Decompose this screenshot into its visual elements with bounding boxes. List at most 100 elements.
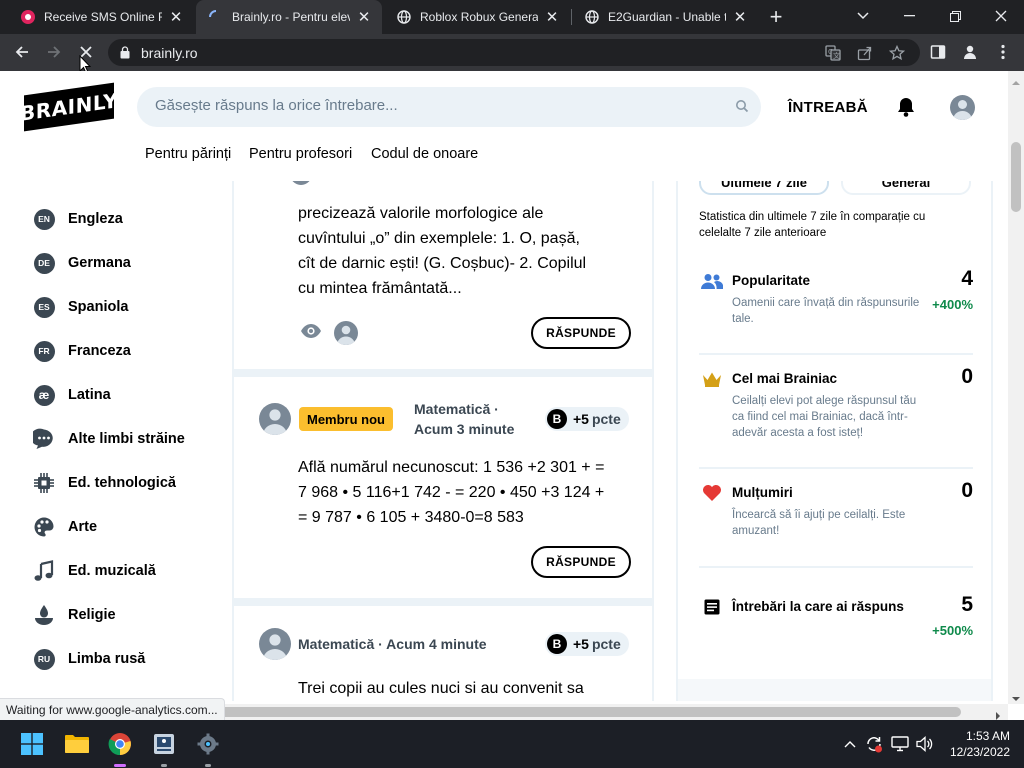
scroll-right-arrow-icon[interactable] bbox=[994, 708, 1002, 720]
question-meta[interactable]: Matematică · Acum 4 minute bbox=[298, 634, 487, 654]
globe-icon bbox=[584, 9, 600, 25]
sync-icon[interactable] bbox=[864, 734, 884, 754]
subject-item-franceza[interactable]: FR Franceza bbox=[33, 339, 131, 363]
vertical-scroll-thumb[interactable] bbox=[1011, 142, 1021, 212]
ask-question-button[interactable]: ÎNTREABĂ bbox=[788, 99, 868, 116]
back-button[interactable] bbox=[8, 38, 36, 66]
settings-gear-icon[interactable] bbox=[192, 728, 224, 760]
volume-icon[interactable] bbox=[915, 734, 935, 754]
close-icon[interactable]: ✕ bbox=[732, 9, 748, 26]
clock-time: 1:53 AM bbox=[965, 729, 1010, 743]
points-badge: B +5 pcte bbox=[545, 632, 629, 656]
author-avatar[interactable] bbox=[259, 628, 291, 660]
subject-item-spaniola[interactable]: ES Spaniola bbox=[33, 295, 128, 319]
stat-divider bbox=[699, 467, 973, 469]
search-bar[interactable] bbox=[137, 87, 761, 127]
translate-icon[interactable]: G文 bbox=[824, 44, 842, 62]
tab-title: Receive SMS Online Fo bbox=[44, 10, 162, 24]
search-icon[interactable] bbox=[735, 99, 749, 118]
subject-label: Germana bbox=[68, 255, 131, 271]
forward-button[interactable] bbox=[40, 38, 68, 66]
question-divider bbox=[234, 598, 652, 606]
chat-bubble-icon bbox=[33, 428, 55, 450]
answerer-avatar[interactable] bbox=[334, 321, 358, 345]
subject-item-ed-muzicala[interactable]: Ed. muzicală bbox=[33, 559, 156, 583]
subject-item-limba-rusa[interactable]: RU Limba rusă bbox=[33, 647, 145, 671]
subject-item-religie[interactable]: Religie bbox=[33, 603, 116, 627]
app-installer-icon[interactable] bbox=[148, 728, 180, 760]
subject-item-ed-tehnologica[interactable]: Ed. tehnologică bbox=[33, 471, 176, 495]
profile-icon[interactable] bbox=[960, 42, 980, 62]
tab-search-button[interactable] bbox=[840, 0, 886, 32]
subject-item-arte[interactable]: Arte bbox=[33, 515, 97, 539]
minimize-button[interactable] bbox=[886, 0, 932, 32]
tab-roblox[interactable]: Roblox Robux Generat ✕ bbox=[384, 0, 570, 34]
chrome-icon[interactable] bbox=[104, 728, 136, 760]
author-avatar[interactable] bbox=[290, 181, 312, 185]
tab-brainly[interactable]: Brainly.ro - Pentru elevi ✕ bbox=[196, 0, 382, 34]
search-input[interactable] bbox=[155, 97, 715, 114]
question-text[interactable]: Trei copii au cules nuci si au convenit … bbox=[298, 676, 584, 701]
show-hidden-icons-chevron-icon[interactable] bbox=[840, 734, 860, 754]
music-note-icon bbox=[33, 560, 55, 582]
tab-e2guardian[interactable]: E2Guardian - Unable to ✕ bbox=[572, 0, 758, 34]
subject-label: Arte bbox=[68, 519, 98, 535]
heart-icon bbox=[701, 483, 723, 503]
chrome-running-indicator bbox=[114, 764, 126, 767]
lock-icon[interactable] bbox=[120, 46, 130, 64]
close-window-button[interactable] bbox=[978, 0, 1024, 32]
crown-icon bbox=[701, 369, 723, 389]
notifications-bell-icon[interactable] bbox=[896, 96, 916, 123]
question-text[interactable]: precizează valorile morfologice ale cuvî… bbox=[298, 201, 586, 301]
subnav-honor-code-link[interactable]: Codul de onoare bbox=[371, 146, 478, 162]
stats-panel: Ultimele 7 zile General Statistica din u… bbox=[676, 181, 993, 701]
site-header: BRAINLY ÎNTREABĂ Pentru părinți Pentru p… bbox=[0, 71, 1008, 181]
subnav-parents-link[interactable]: Pentru părinți bbox=[145, 146, 231, 162]
stat-value: 0 bbox=[961, 365, 973, 388]
tab-last-7-days[interactable]: Ultimele 7 zile bbox=[699, 181, 829, 195]
user-avatar[interactable] bbox=[950, 95, 975, 120]
clock-date: 12/23/2022 bbox=[949, 745, 1010, 759]
brainly-logo[interactable]: BRAINLY bbox=[20, 82, 118, 132]
side-panel-icon[interactable] bbox=[928, 42, 948, 62]
network-icon[interactable] bbox=[890, 734, 910, 754]
share-icon[interactable] bbox=[856, 44, 874, 62]
question-time: Acum 3 minute bbox=[414, 421, 515, 437]
scroll-up-arrow-icon[interactable] bbox=[1011, 74, 1021, 85]
restore-button[interactable] bbox=[932, 0, 978, 32]
question-subject[interactable]: Matematică · bbox=[414, 399, 514, 419]
new-tab-button[interactable]: + bbox=[764, 4, 788, 29]
subnav-teachers-link[interactable]: Pentru profesori bbox=[249, 146, 352, 162]
close-icon[interactable]: ✕ bbox=[356, 9, 372, 26]
address-bar[interactable]: brainly.ro G文 bbox=[108, 39, 920, 66]
subject-label: Alte limbi străine bbox=[68, 431, 185, 447]
tab-title: E2Guardian - Unable to bbox=[608, 10, 726, 24]
author-avatar[interactable] bbox=[259, 403, 291, 435]
tab-title: Roblox Robux Generat bbox=[420, 10, 538, 24]
subject-item-alte-limbi[interactable]: Alte limbi străine bbox=[33, 427, 185, 451]
close-icon[interactable]: ✕ bbox=[168, 9, 184, 26]
scroll-down-arrow-icon[interactable] bbox=[1011, 690, 1021, 701]
system-clock[interactable]: 1:53 AM 12/23/2022 bbox=[950, 728, 1010, 760]
language-badge-icon: ES bbox=[33, 296, 55, 318]
kebab-menu-icon[interactable] bbox=[993, 42, 1013, 62]
windows-start-icon[interactable] bbox=[16, 728, 48, 760]
tab-receive-sms[interactable]: Receive SMS Online Fo ✕ bbox=[8, 0, 194, 34]
stat-divider bbox=[699, 566, 973, 568]
question-text[interactable]: Află numărul necunoscut: 1 536 +2 301 + … bbox=[298, 455, 604, 530]
globe-icon bbox=[396, 9, 412, 25]
answer-button[interactable]: RĂSPUNDE bbox=[531, 317, 631, 349]
new-member-badge: Membru nou bbox=[299, 407, 393, 431]
subjects-sidebar: EN Engleza DE Germana ES Spaniola FR Fra… bbox=[0, 181, 232, 701]
close-icon[interactable]: ✕ bbox=[544, 9, 560, 26]
bookmark-star-icon[interactable] bbox=[888, 44, 906, 62]
subject-item-germana[interactable]: DE Germana bbox=[33, 251, 131, 275]
candle-icon bbox=[33, 604, 55, 626]
language-badge-icon: DE bbox=[33, 252, 55, 274]
tab-general[interactable]: General bbox=[841, 181, 971, 195]
answer-button[interactable]: RĂSPUNDE bbox=[531, 546, 631, 578]
subject-item-engleza[interactable]: EN Engleza bbox=[33, 207, 123, 231]
subject-item-latina[interactable]: æ Latina bbox=[33, 383, 111, 407]
status-bubble: Waiting for www.google-analytics.com... bbox=[0, 698, 225, 720]
file-explorer-icon[interactable] bbox=[61, 728, 93, 760]
